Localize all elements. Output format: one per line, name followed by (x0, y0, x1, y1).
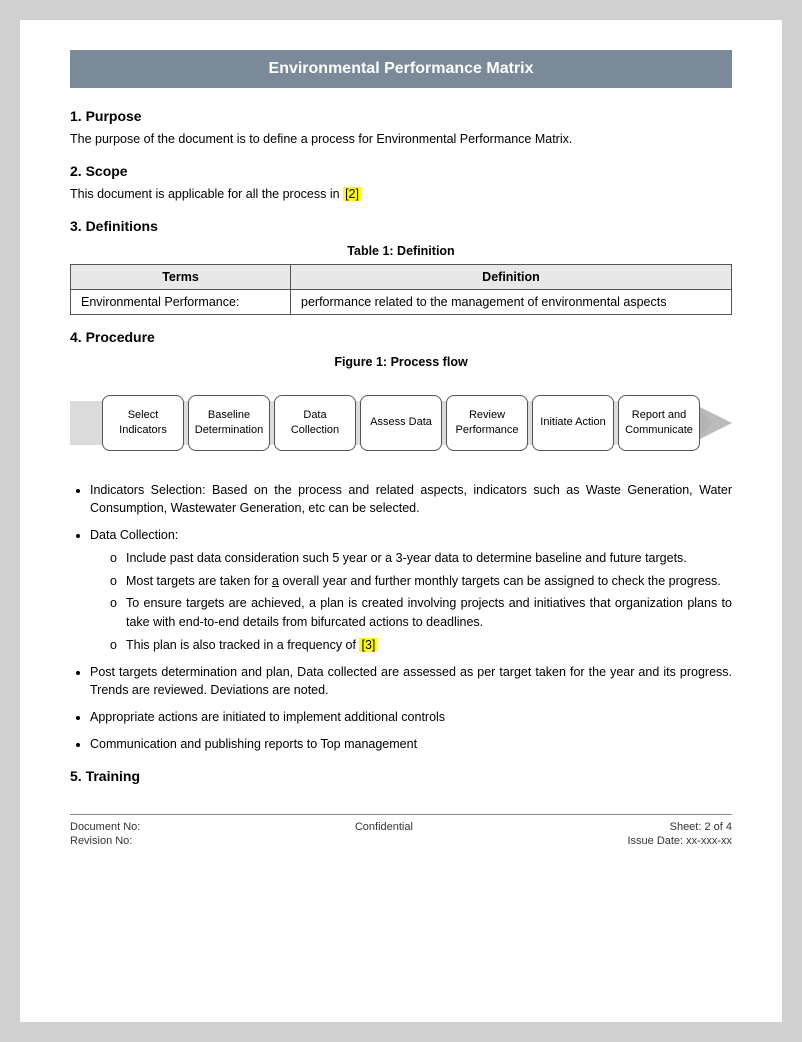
definition-cell: performance related to the management of… (291, 289, 732, 314)
bullet-actions: Appropriate actions are initiated to imp… (90, 708, 732, 727)
flow-box-review-performance: ReviewPerformance (446, 395, 528, 451)
sub-item-2: Most targets are taken for a overall yea… (110, 572, 732, 591)
scope-highlight: [2] (343, 187, 361, 201)
bullet-data-collection: Data Collection: Include past data consi… (90, 526, 732, 655)
flow-box-baseline: BaselineDetermination (188, 395, 270, 451)
section-scope-title: 2. Scope (70, 163, 732, 179)
sub-item-3: To ensure targets are achieved, a plan i… (110, 594, 732, 632)
sub-item-1: Include past data consideration such 5 y… (110, 549, 732, 568)
bullet-communication: Communication and publishing reports to … (90, 735, 732, 754)
sub-item-4: This plan is also tracked in a frequency… (110, 636, 732, 655)
procedure-bullets: Indicators Selection: Based on the proce… (90, 481, 732, 754)
footer-left: Document No: Revision No: (70, 821, 140, 847)
table-caption: Table 1: Definition (70, 244, 732, 258)
section-procedure-title: 4. Procedure (70, 329, 732, 345)
bullet-indicators: Indicators Selection: Based on the proce… (90, 481, 732, 519)
highlight-3: [3] (359, 638, 377, 652)
col-definition: Definition (291, 264, 732, 289)
page: Environmental Performance Matrix 1. Purp… (20, 20, 782, 1022)
bullet-post-targets: Post targets determination and plan, Dat… (90, 663, 732, 701)
sheet-label: Sheet: 2 of 4 (627, 821, 732, 833)
section-training-title: 5. Training (70, 768, 732, 784)
flow-box-data-collection: DataCollection (274, 395, 356, 451)
section-purpose-title: 1. Purpose (70, 108, 732, 124)
page-header: Environmental Performance Matrix (70, 50, 732, 88)
page-title: Environmental Performance Matrix (269, 60, 534, 77)
process-flow: SelectIndicators BaselineDetermination D… (70, 385, 732, 461)
footer: Document No: Revision No: Confidential S… (70, 814, 732, 847)
definitions-table: Terms Definition Environmental Performan… (70, 264, 732, 315)
purpose-text: The purpose of the document is to define… (70, 130, 732, 149)
doc-no-label: Document No: (70, 821, 140, 833)
flow-boxes: SelectIndicators BaselineDetermination D… (102, 385, 700, 461)
figure-caption: Figure 1: Process flow (70, 355, 732, 369)
term-cell: Environmental Performance: (71, 289, 291, 314)
table-row: Environmental Performance: performance r… (71, 289, 732, 314)
sub-list-data-collection: Include past data consideration such 5 y… (110, 549, 732, 655)
flow-box-initiate-action: Initiate Action (532, 395, 614, 451)
confidential-label: Confidential (355, 821, 413, 833)
flow-box-report-communicate: Report andCommunicate (618, 395, 700, 451)
flow-box-assess-data: Assess Data (360, 395, 442, 451)
footer-right: Sheet: 2 of 4 Issue Date: xx-xxx-xx (627, 821, 732, 847)
section-definitions-title: 3. Definitions (70, 218, 732, 234)
col-terms: Terms (71, 264, 291, 289)
footer-center: Confidential (355, 821, 413, 847)
flow-box-select-indicators: SelectIndicators (102, 395, 184, 451)
issue-date-label: Issue Date: xx-xxx-xx (627, 835, 732, 847)
revision-label: Revision No: (70, 835, 140, 847)
scope-text: This document is applicable for all the … (70, 185, 732, 204)
